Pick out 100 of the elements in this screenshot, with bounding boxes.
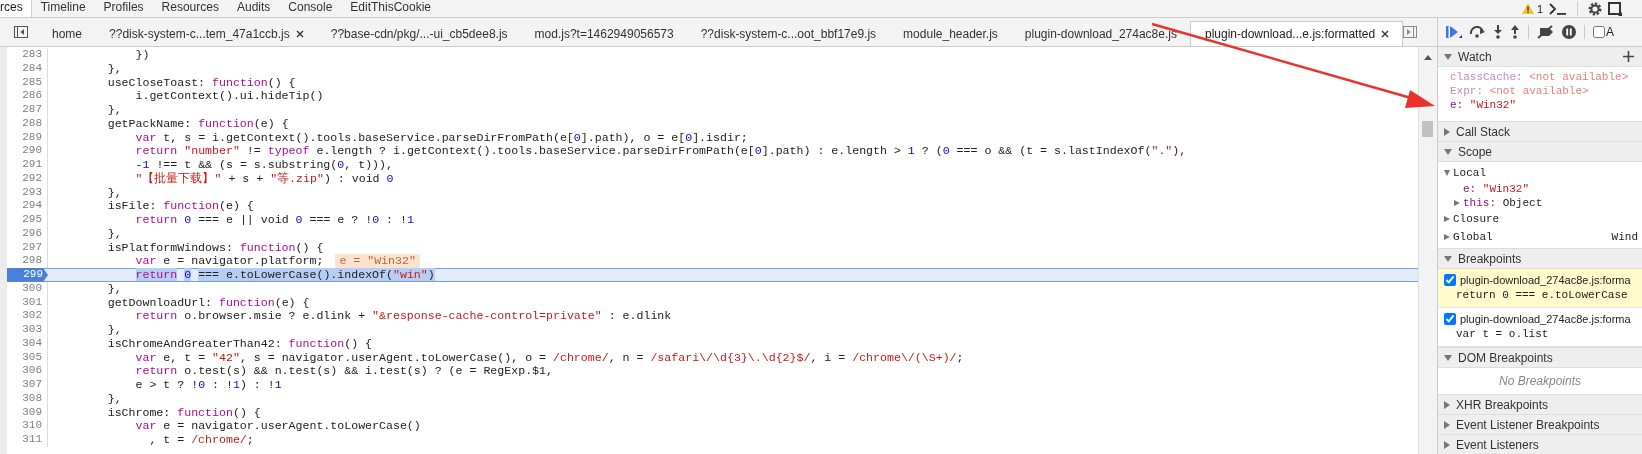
breakpoint-checkbox[interactable] <box>1444 274 1456 286</box>
panel-tab[interactable]: Timeline <box>31 0 95 17</box>
section-header[interactable]: Breakpoints <box>1438 249 1642 269</box>
section-title[interactable]: Watch <box>1458 49 1492 64</box>
file-tab[interactable]: plugin-download_274ac8e.js <box>1010 22 1190 46</box>
console-prompt-icon[interactable] <box>1549 2 1567 15</box>
code-line: getDownloadUrl: function(e) { <box>106 295 310 310</box>
disclosure-triangle-icon[interactable] <box>1444 148 1452 155</box>
section-title[interactable]: XHR Breakpoints <box>1456 397 1549 412</box>
scrollbar-thumb[interactable] <box>1422 121 1433 137</box>
breakpoint-item[interactable]: plugin-download_274ac8e.js:forma return 0 === e.toLowerCase <box>1438 269 1642 308</box>
disclosure-triangle-icon[interactable] <box>1444 420 1450 429</box>
line-number: 294 <box>7 199 48 213</box>
disclosure-triangle-icon[interactable] <box>1444 170 1450 176</box>
disclosure-triangle-icon[interactable] <box>1444 400 1450 409</box>
panel-tab[interactable]: Console <box>279 0 342 17</box>
disclosure-triangle-icon[interactable] <box>1444 53 1452 60</box>
step-over-icon[interactable] <box>1469 26 1486 38</box>
warning-icon[interactable] <box>1521 3 1534 14</box>
code-line: var e, t = "42", s = navigator.userAgent.toLowerCase(), o = /chrome/, n = /safari\/\d{3}\.\d{2}$/, i = /chrome\/(\S+)/; <box>134 350 964 365</box>
section-header[interactable]: Event Listener Breakpoints <box>1438 415 1642 435</box>
disclosure-triangle-icon[interactable] <box>1444 216 1450 222</box>
disclosure-triangle-icon[interactable] <box>1454 200 1460 206</box>
file-tab[interactable]: mod.js?t=1462949056573 <box>520 22 687 46</box>
close-icon[interactable] <box>1381 30 1390 38</box>
code-line: return "number" != typeof e.length ? i.getContext().tools.baseService.parseDirFromPath(e[0].path) : e.length > 1 ? (0 === o && (t = s.lastIndexOf("."), <box>134 144 1187 158</box>
line-number: 302 <box>7 309 48 323</box>
code-line: }, <box>106 323 122 337</box>
section-header[interactable]: Watch <box>1438 47 1642 67</box>
step-out-icon[interactable] <box>1510 25 1520 39</box>
file-tab[interactable]: ??disk-system-c...oot_bbf17e9.js <box>686 22 890 46</box>
panel-tab[interactable]: Audits <box>227 0 280 17</box>
file-tab[interactable]: home <box>38 22 96 46</box>
step-into-icon[interactable] <box>1493 25 1503 39</box>
code-line: }, <box>106 281 122 296</box>
disclosure-triangle-icon[interactable] <box>1444 255 1452 262</box>
section-header[interactable]: Event Listeners <box>1438 435 1642 454</box>
async-checkbox[interactable] <box>1593 26 1605 38</box>
line-number: 292 <box>7 171 48 186</box>
scope-name[interactable]: Global <box>1453 231 1493 243</box>
line-number: 287 <box>7 103 48 117</box>
section-header[interactable]: DOM Breakpoints <box>1438 348 1642 368</box>
line-number: 297 <box>7 240 48 255</box>
disclosure-triangle-icon[interactable] <box>1444 440 1450 449</box>
deactivate-breakpoints-icon[interactable] <box>1537 25 1555 39</box>
code-line: var e = navigator.userAgent.toLowerCase() <box>134 419 421 433</box>
section-title[interactable]: Breakpoints <box>1458 251 1522 266</box>
section-header[interactable]: Call Stack <box>1438 122 1642 142</box>
line-number: 285 <box>7 75 48 90</box>
disclosure-triangle-icon[interactable] <box>1444 127 1450 136</box>
line-number: 301 <box>7 295 48 310</box>
disclosure-triangle-icon[interactable] <box>1444 354 1452 361</box>
sidebar-toggle-icon[interactable] <box>1403 26 1418 38</box>
panel-tab[interactable]: EditThisCookie <box>341 0 441 17</box>
section-title[interactable]: Event Listeners <box>1456 437 1539 452</box>
code-line: useCloseToast: function() { <box>106 75 296 90</box>
file-tab[interactable]: module_header.js <box>889 22 1011 46</box>
code-line: return o.browser.msie ? e.dlink + "&response-cache-control=private" : e.dlink <box>134 309 672 323</box>
close-icon[interactable] <box>295 30 304 38</box>
section-title[interactable]: Event Listener Breakpoints <box>1456 417 1600 432</box>
code-line: "【批量下载】" + s + "等.zip") : void 0 <box>134 171 394 186</box>
disclosure-triangle-icon[interactable] <box>1444 234 1450 240</box>
scope-property: this: Object <box>1463 197 1543 209</box>
sidebar-toggle-icon[interactable] <box>14 26 28 38</box>
inline-value: e = "Win32" <box>335 254 420 268</box>
code-line: }, <box>106 185 122 200</box>
dock-icon[interactable] <box>1608 1 1622 16</box>
scrollbar[interactable] <box>1418 47 1437 454</box>
file-tab[interactable]: ??disk-system-c...tem_47a1ccb.js <box>95 22 317 46</box>
section-header[interactable]: XHR Breakpoints <box>1438 395 1642 415</box>
file-tab[interactable]: ??base-cdn/pkg/...-ui_cb5dee8.js <box>316 22 521 46</box>
section-header[interactable]: Scope <box>1438 142 1642 162</box>
settings-icon[interactable] <box>1588 1 1602 16</box>
pause-icon[interactable] <box>1562 25 1576 39</box>
breakpoint-checkbox[interactable] <box>1444 313 1456 325</box>
file-tab[interactable]: plugin-download...e.js:formatted <box>1189 21 1404 46</box>
panel-tab[interactable]: Resources <box>152 0 228 17</box>
scroll-up-icon[interactable] <box>1424 55 1432 60</box>
panel-tab[interactable]: Profiles <box>94 0 153 17</box>
breakpoint-code: var t = o.list <box>1455 327 1550 342</box>
line-number: 288 <box>7 116 48 131</box>
section-title[interactable]: Scope <box>1458 144 1493 159</box>
add-icon[interactable] <box>1623 51 1634 62</box>
line-number: 299 <box>7 268 48 282</box>
line-number: 286 <box>7 89 48 103</box>
section-title[interactable]: Call Stack <box>1456 124 1511 139</box>
section-title[interactable]: DOM Breakpoints <box>1458 350 1553 365</box>
code-line: isFile: function(e) { <box>106 199 254 213</box>
panel-tab[interactable]: rces <box>0 0 32 17</box>
code-line: }, <box>106 61 122 76</box>
breakpoint-item[interactable]: plugin-download_274ac8e.js:forma var t = o.list <box>1438 308 1642 347</box>
scope-name[interactable]: Local <box>1453 167 1486 179</box>
code-line: return o.test(s) && n.test(s) && i.test(s) ? (e = RegExp.$1, <box>134 364 553 378</box>
code-line: return 0 === e || void 0 === e ? !0 : !1 <box>134 213 414 227</box>
line-number: 308 <box>7 391 48 406</box>
resume-icon[interactable] <box>1446 25 1462 39</box>
scope-name[interactable]: Closure <box>1453 213 1500 225</box>
code-line: return 0 === e.toLowerCase().indexOf("win") <box>134 268 435 282</box>
watch-expression[interactable]: e: "Win32" <box>1450 98 1642 112</box>
line-number: 305 <box>7 350 48 365</box>
